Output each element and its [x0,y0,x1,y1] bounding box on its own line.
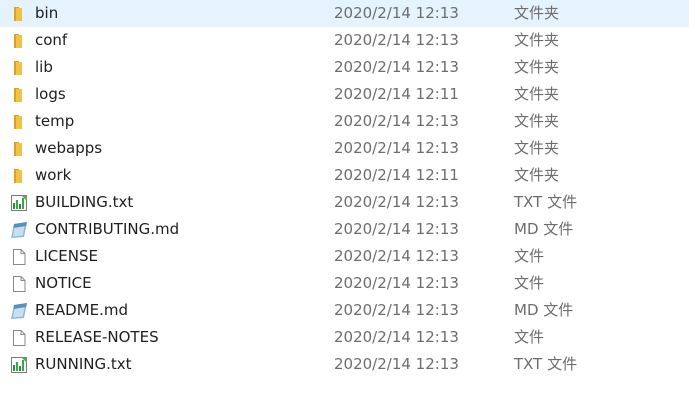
list-item[interactable]: temp 2020/2/14 12:13 文件夹 [0,108,689,135]
file-type: 文件夹 [514,166,560,184]
list-item[interactable]: RUNNING.txt 2020/2/14 12:13 TXT 文件 [0,351,689,378]
file-modified-date: 2020/2/14 12:13 [334,4,459,22]
file-modified-date: 2020/2/14 12:13 [334,139,459,157]
file-type: 文件夹 [514,4,560,22]
list-item[interactable]: CONTRIBUTING.md 2020/2/14 12:13 MD 文件 [0,216,689,243]
file-name: RELEASE-NOTES [35,328,159,346]
file-modified-date: 2020/2/14 12:13 [334,301,459,319]
list-item[interactable]: README.md 2020/2/14 12:13 MD 文件 [0,297,689,324]
file-name: BUILDING.txt [35,193,134,211]
file-name: work [35,166,72,184]
file-modified-date: 2020/2/14 12:13 [334,328,459,346]
file-name: lib [35,58,53,76]
file-name: webapps [35,139,103,157]
blank-file-icon [10,248,28,266]
text-file-icon [10,194,28,212]
file-type: TXT 文件 [514,355,578,373]
file-list: bin 2020/2/14 12:13 文件夹 conf 2020/2/14 1… [0,0,689,378]
blank-file-icon [10,275,28,293]
file-type: 文件夹 [514,58,560,76]
file-type: 文件夹 [514,139,560,157]
folder-icon [10,140,28,158]
file-modified-date: 2020/2/14 12:13 [334,247,459,265]
file-modified-date: 2020/2/14 12:13 [334,274,459,292]
list-item[interactable]: work 2020/2/14 12:11 文件夹 [0,162,689,189]
file-name: LICENSE [35,247,98,265]
list-item[interactable]: LICENSE 2020/2/14 12:13 文件 [0,243,689,270]
file-modified-date: 2020/2/14 12:13 [334,58,459,76]
folder-icon [10,5,28,23]
file-modified-date: 2020/2/14 12:11 [334,166,459,184]
list-item[interactable]: RELEASE-NOTES 2020/2/14 12:13 文件 [0,324,689,351]
file-modified-date: 2020/2/14 12:13 [334,220,459,238]
file-name: bin [35,4,59,22]
folder-icon [10,113,28,131]
file-type: 文件 [514,247,545,265]
folder-icon [10,167,28,185]
file-modified-date: 2020/2/14 12:13 [334,112,459,130]
file-type: 文件夹 [514,31,560,49]
file-modified-date: 2020/2/14 12:13 [334,193,459,211]
markdown-file-icon [10,221,28,239]
list-item[interactable]: webapps 2020/2/14 12:13 文件夹 [0,135,689,162]
file-type: 文件夹 [514,112,560,130]
file-modified-date: 2020/2/14 12:13 [334,355,459,373]
list-item[interactable]: NOTICE 2020/2/14 12:13 文件 [0,270,689,297]
text-file-icon [10,356,28,374]
folder-icon [10,86,28,104]
file-type: TXT 文件 [514,193,578,211]
folder-icon [10,59,28,77]
file-name: CONTRIBUTING.md [35,220,180,238]
list-item[interactable]: lib 2020/2/14 12:13 文件夹 [0,54,689,81]
file-modified-date: 2020/2/14 12:13 [334,31,459,49]
file-name: conf [35,31,68,49]
folder-icon [10,32,28,50]
list-item[interactable]: BUILDING.txt 2020/2/14 12:13 TXT 文件 [0,189,689,216]
file-type: MD 文件 [514,301,574,319]
markdown-file-icon [10,302,28,320]
file-name: temp [35,112,75,130]
file-type: MD 文件 [514,220,574,238]
file-name: README.md [35,301,129,319]
list-item[interactable]: bin 2020/2/14 12:13 文件夹 [0,0,689,27]
blank-file-icon [10,329,28,347]
file-name: logs [35,85,66,103]
file-modified-date: 2020/2/14 12:11 [334,85,459,103]
file-name: NOTICE [35,274,92,292]
list-item[interactable]: conf 2020/2/14 12:13 文件夹 [0,27,689,54]
file-type: 文件 [514,328,545,346]
list-item[interactable]: logs 2020/2/14 12:11 文件夹 [0,81,689,108]
file-type: 文件 [514,274,545,292]
file-name: RUNNING.txt [35,355,132,373]
file-type: 文件夹 [514,85,560,103]
